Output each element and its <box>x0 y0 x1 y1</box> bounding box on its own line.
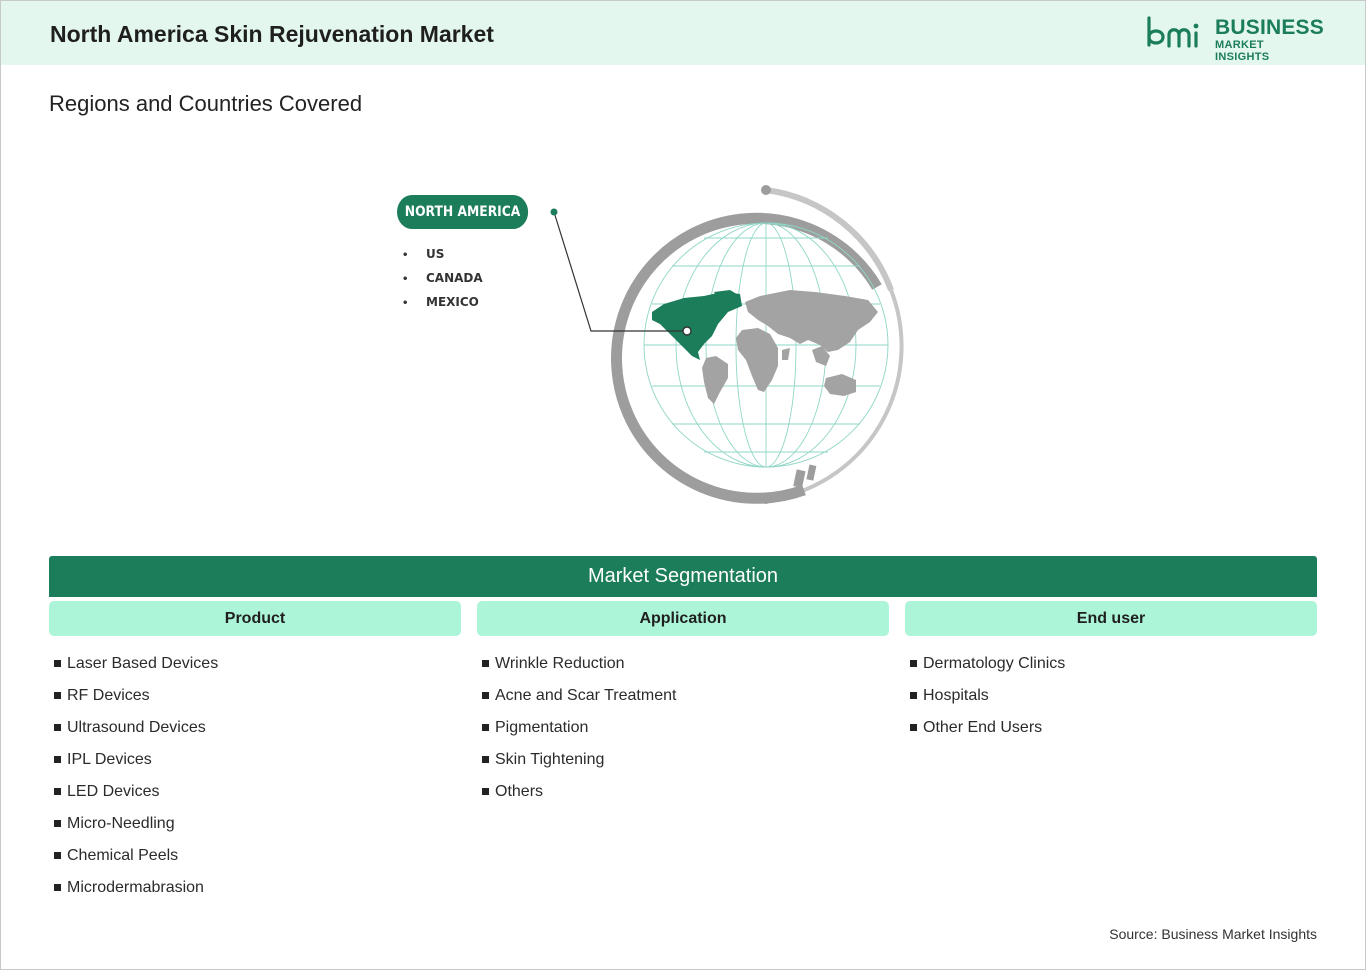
list-item: LED Devices <box>49 776 218 808</box>
segmentation-header: Market Segmentation <box>49 556 1317 597</box>
region-label-north-america: NORTH AMERICA <box>397 195 529 229</box>
bullet-square-icon <box>54 787 61 795</box>
country-item: • MEXICO <box>402 295 479 309</box>
list-item: Skin Tightening <box>477 744 676 776</box>
list-item: Microdermabrasion <box>49 872 218 904</box>
list-item: Chemical Peels <box>49 840 218 872</box>
bullet-square-icon <box>54 659 61 667</box>
bullet-square-icon <box>54 691 61 699</box>
application-column-header: Application <box>477 601 889 636</box>
page-title: North America Skin Rejuvenation Market <box>50 21 494 47</box>
bullet-square-icon <box>482 787 489 795</box>
bullet-square-icon <box>910 659 917 667</box>
bullet-square-icon <box>482 723 489 731</box>
bmi-logo: BUSINESS MARKET INSIGHTS <box>1145 15 1324 63</box>
list-item: Pigmentation <box>477 712 676 744</box>
bmi-logo-icon <box>1147 16 1199 48</box>
bullet-square-icon <box>54 755 61 763</box>
bullet-square-icon <box>54 723 61 731</box>
bullet-square-icon <box>54 819 61 827</box>
logo-market-insights-text: MARKET INSIGHTS <box>1215 39 1270 63</box>
list-item: Other End Users <box>905 712 1065 744</box>
bullet-square-icon <box>482 659 489 667</box>
bullet-square-icon <box>482 691 489 699</box>
bullet-square-icon <box>482 755 489 763</box>
list-item: Dermatology Clinics <box>905 648 1065 680</box>
source-note: Source: Business Market Insights <box>1109 926 1317 942</box>
list-item: Laser Based Devices <box>49 648 218 680</box>
list-item: RF Devices <box>49 680 218 712</box>
list-item: Hospitals <box>905 680 1065 712</box>
end-user-column-header: End user <box>905 601 1317 636</box>
application-list: Wrinkle Reduction Acne and Scar Treatmen… <box>477 648 676 808</box>
list-item: Others <box>477 776 676 808</box>
country-list: • US • CANADA • MEXICO <box>402 243 483 315</box>
product-column-header: Product <box>49 601 461 636</box>
list-item: Ultrasound Devices <box>49 712 218 744</box>
end-user-list: Dermatology Clinics Hospitals Other End … <box>905 648 1065 744</box>
list-item: Wrinkle Reduction <box>477 648 676 680</box>
list-item: Micro-Needling <box>49 808 218 840</box>
bullet-square-icon <box>910 723 917 731</box>
country-item: • US <box>402 247 445 261</box>
bullet-square-icon <box>910 691 917 699</box>
list-item: IPL Devices <box>49 744 218 776</box>
logo-business-text: BUSINESS <box>1215 16 1324 39</box>
bullet-square-icon <box>54 851 61 859</box>
product-list: Laser Based Devices RF Devices Ultrasoun… <box>49 648 218 904</box>
regions-title: Regions and Countries Covered <box>49 91 363 116</box>
country-item: • CANADA <box>402 271 483 285</box>
bullet-square-icon <box>54 883 61 891</box>
list-item: Acne and Scar Treatment <box>477 680 676 712</box>
header-bar: North America Skin Rejuvenation Market B… <box>1 1 1365 65</box>
location-pin-icon <box>682 326 692 336</box>
